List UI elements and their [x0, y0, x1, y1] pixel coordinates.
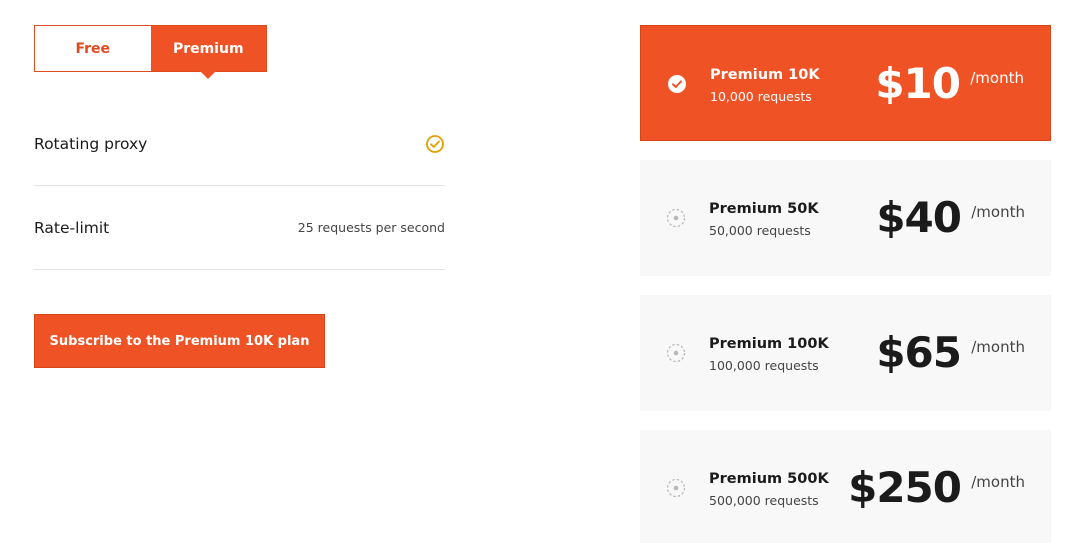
feature-row-rate-limit: Rate-limit 25 requests per second: [34, 186, 445, 270]
pricing-page: Free Premium Rotating proxy Rate-limit 2…: [0, 0, 1070, 543]
subscribe-button[interactable]: Subscribe to the Premium 10K plan: [34, 314, 325, 368]
toggle-premium-button[interactable]: Premium: [150, 26, 266, 79]
plan-toggle: Free Premium: [34, 25, 267, 79]
plan-period: /month: [971, 473, 1025, 491]
feature-label: Rate-limit: [34, 218, 110, 237]
feature-row-rotating-proxy: Rotating proxy: [34, 102, 445, 186]
plan-name: Premium 500K: [709, 471, 829, 487]
plan-period: /month: [971, 338, 1025, 356]
selected-check-icon: [667, 74, 687, 94]
toggle-premium-label: Premium: [172, 40, 244, 57]
plan-price: $10: [875, 59, 961, 108]
plan-requests: 10,000 requests: [710, 89, 812, 104]
plan-card-premium-10k[interactable]: Premium 10K 10,000 requests $10 /month: [640, 25, 1051, 141]
toggle-free-button[interactable]: Free: [35, 26, 151, 71]
radio-unselected-icon[interactable]: [666, 208, 686, 228]
plan-price: $65: [876, 328, 962, 377]
check-circle-icon: [425, 134, 445, 154]
plan-requests: 500,000 requests: [709, 493, 819, 508]
plan-period: /month: [970, 69, 1024, 87]
radio-unselected-icon[interactable]: [666, 343, 686, 363]
plan-period: /month: [971, 203, 1025, 221]
radio-unselected-icon[interactable]: [666, 478, 686, 498]
feature-value: 25 requests per second: [297, 220, 445, 235]
plan-name: Premium 50K: [709, 201, 819, 217]
plan-price: $250: [848, 463, 962, 512]
feature-label: Rotating proxy: [34, 134, 148, 153]
plan-name: Premium 10K: [710, 67, 820, 83]
plan-requests: 100,000 requests: [709, 358, 819, 373]
plan-name: Premium 100K: [709, 336, 829, 352]
plan-requests: 50,000 requests: [709, 223, 811, 238]
toggle-active-pointer: [200, 71, 217, 79]
plan-price: $40: [876, 193, 962, 242]
plan-card-premium-50k[interactable]: Premium 50K 50,000 requests $40 /month: [640, 160, 1051, 276]
plan-card-premium-100k[interactable]: Premium 100K 100,000 requests $65 /month: [640, 295, 1051, 411]
plan-card-premium-500k[interactable]: Premium 500K 500,000 requests $250 /mont…: [640, 430, 1051, 543]
